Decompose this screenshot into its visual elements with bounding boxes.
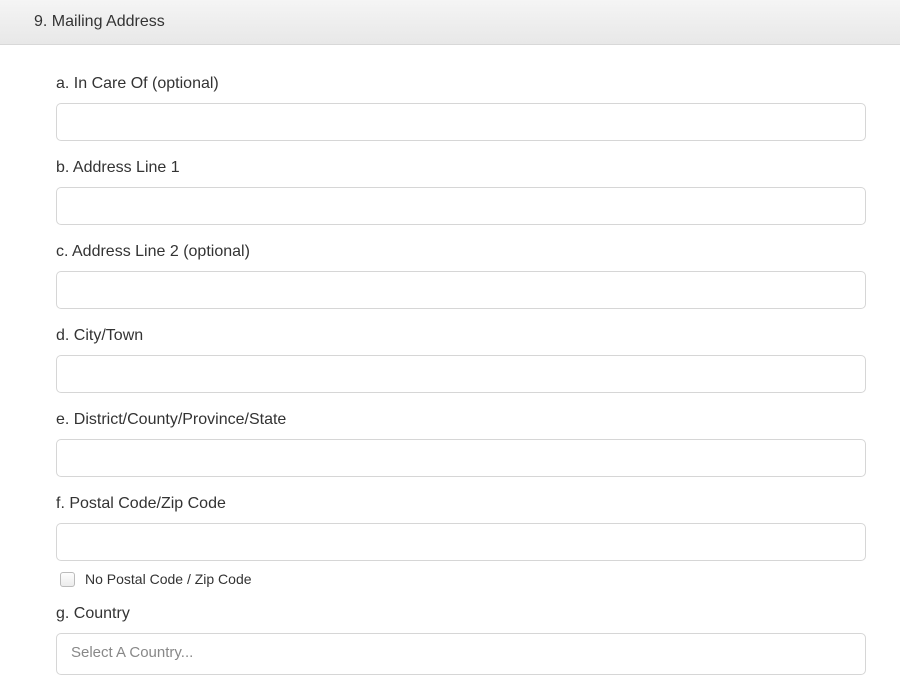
select-country[interactable]: Select A Country... [56,633,866,675]
field-address-line-1: b. Address Line 1 [56,159,866,225]
input-district-state[interactable] [56,439,866,477]
field-in-care-of: a. In Care Of (optional) [56,75,866,141]
checkbox-no-postal[interactable] [60,572,75,587]
label-address-line-2: c. Address Line 2 (optional) [56,243,866,261]
input-address-line-2[interactable] [56,271,866,309]
input-city-town[interactable] [56,355,866,393]
input-address-line-1[interactable] [56,187,866,225]
input-postal-code[interactable] [56,523,866,561]
field-postal-code: f. Postal Code/Zip Code No Postal Code /… [56,495,866,587]
section-header: 9. Mailing Address [0,0,900,45]
label-address-line-1: b. Address Line 1 [56,159,866,177]
label-city-town: d. City/Town [56,327,866,345]
label-postal-code: f. Postal Code/Zip Code [56,495,866,513]
checkbox-label-no-postal: No Postal Code / Zip Code [85,571,252,587]
input-in-care-of[interactable] [56,103,866,141]
field-city-town: d. City/Town [56,327,866,393]
label-in-care-of: a. In Care Of (optional) [56,75,866,93]
label-country: g. Country [56,605,866,623]
field-address-line-2: c. Address Line 2 (optional) [56,243,866,309]
section-title: 9. Mailing Address [34,13,165,30]
field-country: g. Country Select A Country... [56,605,866,675]
label-district-state: e. District/County/Province/State [56,411,866,429]
checkbox-row-no-postal: No Postal Code / Zip Code [60,571,866,587]
field-district-state: e. District/County/Province/State [56,411,866,477]
form-body: a. In Care Of (optional) b. Address Line… [0,45,900,675]
